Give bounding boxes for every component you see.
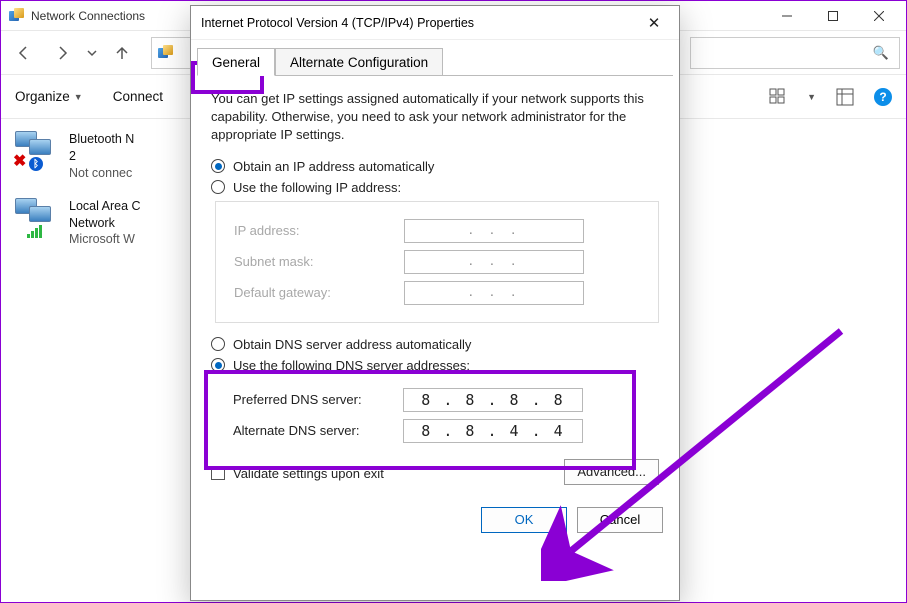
forward-button[interactable] (45, 36, 79, 70)
addr-icon (158, 45, 174, 61)
up-button[interactable] (105, 36, 139, 70)
radio-ip-manual[interactable]: Use the following IP address: (211, 180, 659, 195)
bluetooth-adapter-icon: ✖ ᛒ (15, 131, 59, 169)
tab-strip: General Alternate Configuration (191, 44, 679, 76)
search-icon: 🔍 (873, 45, 889, 61)
close-button[interactable] (856, 1, 902, 31)
dns-field-group: Preferred DNS server:8 . 8 . 8 . 8 Alter… (215, 379, 659, 452)
ip-address-label: IP address: (234, 223, 404, 238)
subnet-mask-label: Subnet mask: (234, 254, 404, 269)
advanced-button[interactable]: Advanced... (564, 459, 659, 485)
item-line2: Network (69, 215, 141, 232)
item-status: Microsoft W (69, 231, 141, 248)
radio-icon (211, 159, 225, 173)
help-icon[interactable]: ? (874, 88, 892, 106)
ip-address-input (404, 219, 584, 243)
search-box[interactable]: 🔍 (690, 37, 900, 69)
minimize-button[interactable] (764, 1, 810, 31)
item-name: Local Area C (69, 198, 141, 215)
view-details-icon[interactable] (836, 88, 854, 106)
radio-ip-auto[interactable]: Obtain an IP address automatically (211, 159, 659, 174)
signal-icon (27, 225, 42, 238)
cancel-button[interactable]: Cancel (577, 507, 663, 533)
radio-icon (211, 337, 225, 351)
ethernet-adapter-icon (15, 198, 59, 236)
dialog-button-row: OK Cancel (191, 497, 679, 543)
dialog-titlebar: Internet Protocol Version 4 (TCP/IPv4) P… (191, 6, 679, 40)
ipv4-properties-dialog: Internet Protocol Version 4 (TCP/IPv4) P… (190, 5, 680, 601)
radio-icon (211, 358, 225, 372)
alternate-dns-input[interactable]: 8 . 8 . 4 . 4 (403, 419, 583, 443)
default-gateway-label: Default gateway: (234, 285, 404, 300)
radio-dns-manual[interactable]: Use the following DNS server addresses: (211, 358, 659, 373)
subnet-mask-input (404, 250, 584, 274)
dialog-title: Internet Protocol Version 4 (TCP/IPv4) P… (201, 16, 474, 30)
item-name: Bluetooth N (69, 131, 134, 148)
ok-button[interactable]: OK (481, 507, 567, 533)
connect-button[interactable]: Connect (113, 89, 163, 104)
ip-field-group: IP address: Subnet mask: Default gateway… (215, 201, 659, 323)
preferred-dns-input[interactable]: 8 . 8 . 8 . 8 (403, 388, 583, 412)
item-line2: 2 (69, 148, 134, 165)
bluetooth-icon: ᛒ (29, 157, 43, 171)
radio-dns-auto[interactable]: Obtain DNS server address automatically (211, 337, 659, 352)
list-item[interactable]: Local Area C Network Microsoft W (15, 198, 195, 249)
dialog-close-button[interactable]: ✕ (639, 14, 669, 32)
maximize-button[interactable] (810, 1, 856, 31)
window-title: Network Connections (31, 9, 145, 23)
list-item[interactable]: ✖ ᛒ Bluetooth N 2 Not connec (15, 131, 195, 182)
tab-general[interactable]: General (197, 48, 275, 76)
error-x-icon: ✖ (13, 151, 26, 171)
default-gateway-input (404, 281, 584, 305)
tab-alternate-config[interactable]: Alternate Configuration (275, 48, 443, 76)
radio-icon (211, 180, 225, 194)
recent-button[interactable] (83, 36, 101, 70)
alternate-dns-label: Alternate DNS server: (233, 423, 403, 438)
checkbox-icon (211, 466, 225, 480)
back-button[interactable] (7, 36, 41, 70)
view-large-icon[interactable] (769, 88, 787, 106)
preferred-dns-label: Preferred DNS server: (233, 392, 403, 407)
item-status: Not connec (69, 165, 134, 182)
network-connections-icon (9, 8, 25, 24)
dialog-description: You can get IP settings assigned automat… (211, 90, 659, 145)
organize-button[interactable]: Organize▼ (15, 89, 83, 104)
